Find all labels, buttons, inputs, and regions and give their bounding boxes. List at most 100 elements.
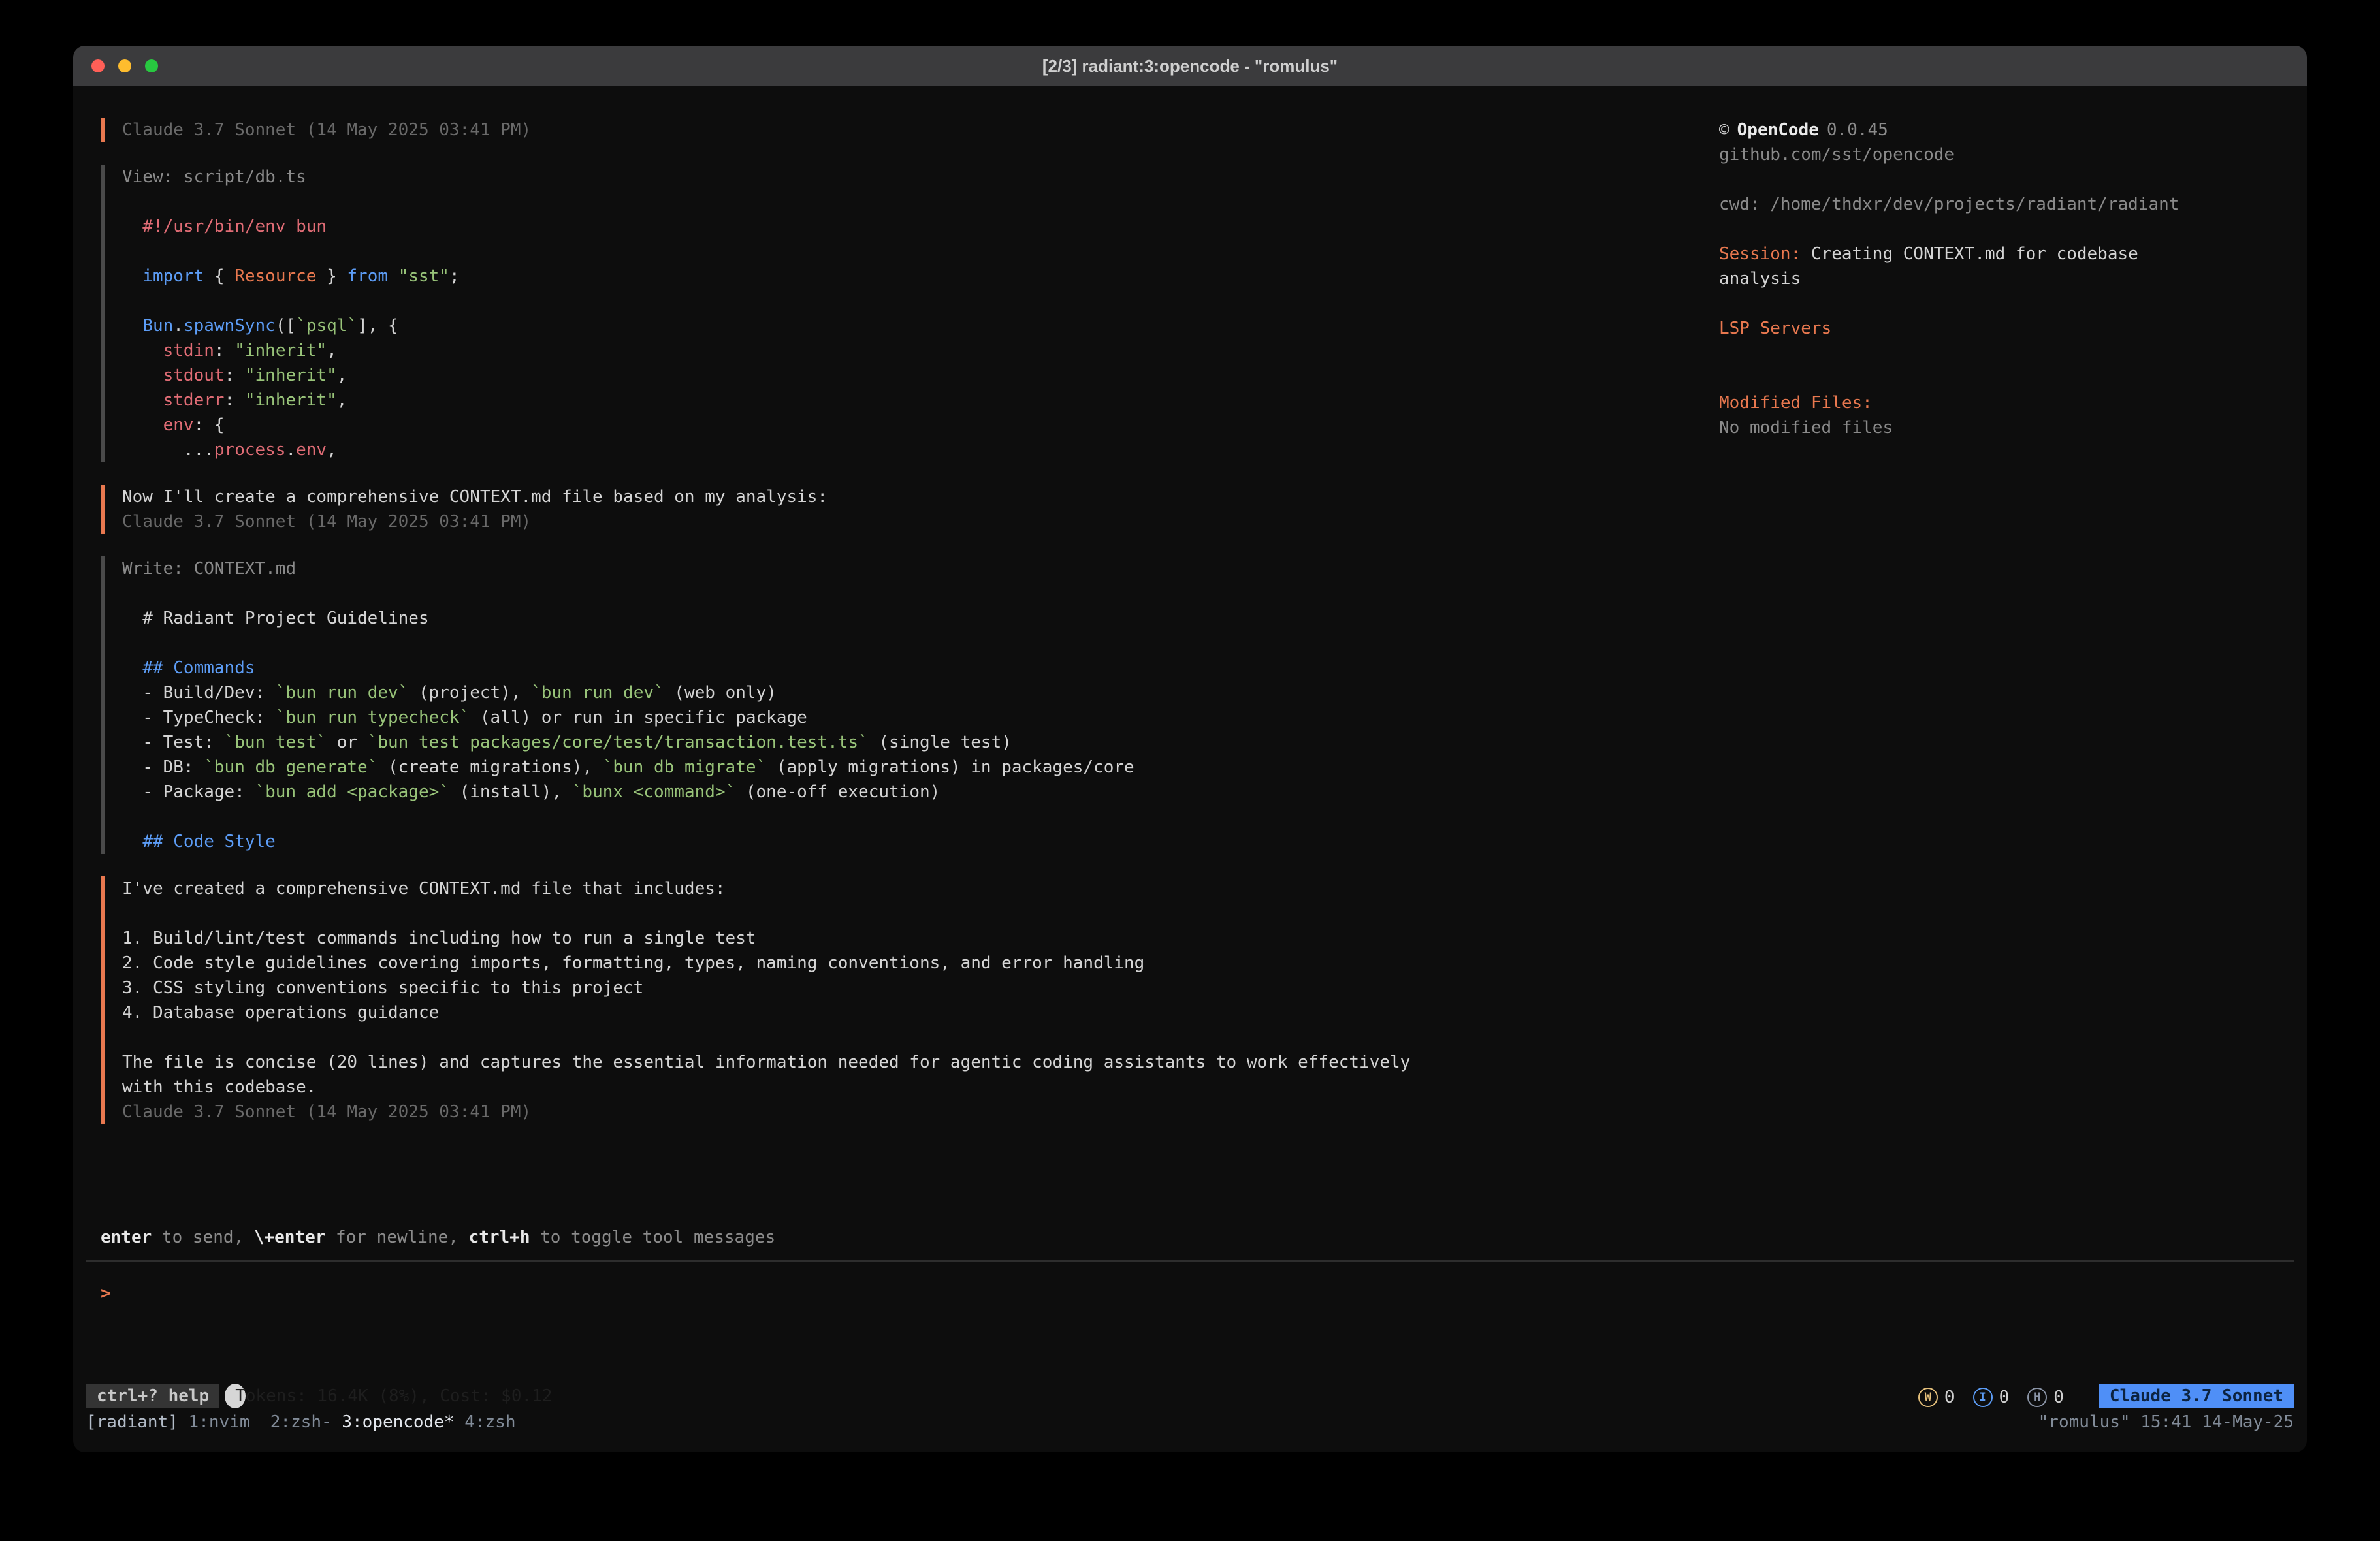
text-span: stdin [163, 341, 214, 360]
text-span: , [337, 390, 347, 410]
text-span: to toggle tool messages [530, 1228, 775, 1247]
text-span: 1:nvim [189, 1412, 270, 1432]
text-span: ], { [357, 316, 398, 336]
text-span [122, 316, 142, 336]
text-span: 2:zsh- [270, 1412, 342, 1432]
text-span: Write: CONTEXT.md [122, 559, 296, 579]
message-block: Claude 3.7 Sonnet (14 May 2025 03:41 PM) [101, 118, 1719, 142]
message-line: - Test: `bun test` or `bun test packages… [122, 730, 1719, 755]
text-span: - Test: [122, 733, 225, 752]
message-line: - Build/Dev: `bun run dev` (project), `b… [122, 680, 1719, 705]
text-span: "inherit" [245, 366, 337, 385]
text-span: Resource [234, 266, 316, 286]
message-line [122, 631, 1719, 656]
text-span: 4:zsh [464, 1412, 515, 1432]
text-span: (all) or run in specific package [470, 708, 807, 727]
message-line: stderr: "inherit", [122, 388, 1719, 413]
lsp-servers-heading: LSP Servers [1719, 316, 2222, 341]
help-bar: enter to send, \+enter for newline, ctrl… [73, 1225, 2307, 1250]
text-span: `psql` [296, 316, 357, 336]
tmux-window-list[interactable]: [radiant] 1:nvim 2:zsh- 3:opencode* 4:zs… [86, 1412, 515, 1432]
message-line: ## Commands [122, 656, 1719, 680]
text-span [122, 415, 163, 435]
message-line: # Radiant Project Guidelines [122, 606, 1719, 631]
input-divider [86, 1260, 2294, 1262]
message-line: stdin: "inherit", [122, 338, 1719, 363]
tmux-host-time: "romulus" 15:41 14-May-25 [2038, 1412, 2294, 1432]
cwd-line: cwd: /home/thdxr/dev/projects/radiant/ra… [1719, 192, 2222, 217]
message-line: import { Resource } from "sst"; [122, 264, 1719, 289]
tokens-cost-badge: Tokens: 16.4K (8%), Cost: $0.12 [225, 1384, 246, 1408]
text-span: ([ [276, 316, 296, 336]
app-name: OpenCode [1737, 120, 1819, 140]
text-span: : [214, 341, 234, 360]
message-block: View: script/db.ts #!/usr/bin/env bun im… [101, 165, 1719, 462]
text-span: , [337, 366, 347, 385]
text-span: ... [122, 440, 214, 460]
message-line: The file is concise (20 lines) and captu… [122, 1050, 1719, 1075]
text-span [388, 266, 398, 286]
message-line [122, 239, 1719, 264]
text-span [122, 266, 142, 286]
text-span: 3:opencode* [342, 1412, 464, 1432]
sidebar: ©OpenCode0.0.45 github.com/sst/opencode … [1719, 118, 2307, 440]
message-line [122, 804, 1719, 829]
text-span: 3. CSS styling conventions specific to t… [122, 978, 643, 998]
text-span: : [225, 366, 245, 385]
text-span [122, 832, 142, 851]
text-span: [radiant] [86, 1412, 189, 1432]
diagnostic-w-icon: W [1918, 1388, 1938, 1407]
message-line: I've created a comprehensive CONTEXT.md … [122, 876, 1719, 901]
session-label: Session: [1719, 244, 1801, 264]
message-line: - DB: `bun db generate` (create migratio… [122, 755, 1719, 780]
help-shortcut-badge[interactable]: ctrl+? help [86, 1384, 219, 1408]
text-span: "inherit" [234, 341, 327, 360]
text-span: "inherit" [245, 390, 337, 410]
text-span: Now I'll create a comprehensive CONTEXT.… [122, 487, 828, 507]
text-span: { [204, 266, 234, 286]
message-line [122, 1025, 1719, 1050]
text-span: - DB: [122, 757, 204, 777]
titlebar[interactable]: [2/3] radiant:3:opencode - "romulus" [73, 46, 2307, 86]
text-span: #!/usr/bin/env bun [122, 217, 327, 236]
message-line [122, 289, 1719, 313]
message-block: Now I'll create a comprehensive CONTEXT.… [101, 485, 1719, 534]
text-span: spawnSync [184, 316, 276, 336]
text-span: `bunx <command>` [572, 782, 735, 802]
text-span: ctrl+h [469, 1228, 530, 1247]
text-span: process [214, 440, 286, 460]
text-span: (web only) [664, 683, 777, 703]
repo-url: github.com/sst/opencode [1719, 142, 2222, 167]
model-badge[interactable]: Claude 3.7 Sonnet [2099, 1384, 2294, 1408]
text-span: 4. Database operations guidance [122, 1003, 439, 1023]
text-span: for newline, [325, 1228, 468, 1247]
terminal-window: [2/3] radiant:3:opencode - "romulus" Cla… [73, 46, 2307, 1452]
text-span: \+enter [254, 1228, 326, 1247]
text-span: (one-off execution) [735, 782, 940, 802]
message-line: - TypeCheck: `bun run typecheck` (all) o… [122, 705, 1719, 730]
message-line: ...process.env, [122, 437, 1719, 462]
message-line: 3. CSS styling conventions specific to t… [122, 976, 1719, 1000]
tmux-status-bar: [radiant] 1:nvim 2:zsh- 3:opencode* 4:zs… [73, 1409, 2307, 1435]
message-line: 2. Code style guidelines covering import… [122, 951, 1719, 976]
session-line: Session: Creating CONTEXT.md for codebas… [1719, 242, 2222, 291]
text-span: `bun test` [225, 733, 327, 752]
text-span: `bun run typecheck` [276, 708, 470, 727]
message-block: I've created a comprehensive CONTEXT.md … [101, 876, 1719, 1124]
prompt-input[interactable]: > [73, 1281, 2307, 1306]
text-span: , [327, 341, 337, 360]
text-span: : { [194, 415, 225, 435]
diagnostic-h-icon: H [2027, 1388, 2047, 1407]
modified-files-heading: Modified Files: [1719, 390, 2222, 415]
text-span: . [285, 440, 296, 460]
text-span: # Radiant Project Guidelines [122, 609, 429, 628]
text-span: ## Commands [142, 658, 255, 678]
text-span: 1. Build/lint/test commands including ho… [122, 929, 756, 948]
text-span: `bun run dev` [531, 683, 664, 703]
text-span: Claude 3.7 Sonnet (14 May 2025 03:41 PM) [122, 512, 531, 532]
text-span: I've created a comprehensive CONTEXT.md … [122, 879, 726, 898]
message-line: with this codebase. [122, 1075, 1719, 1100]
message-line: Write: CONTEXT.md [122, 556, 1719, 581]
text-span: ; [449, 266, 460, 286]
diagnostic-i-icon: I [1973, 1388, 1993, 1407]
